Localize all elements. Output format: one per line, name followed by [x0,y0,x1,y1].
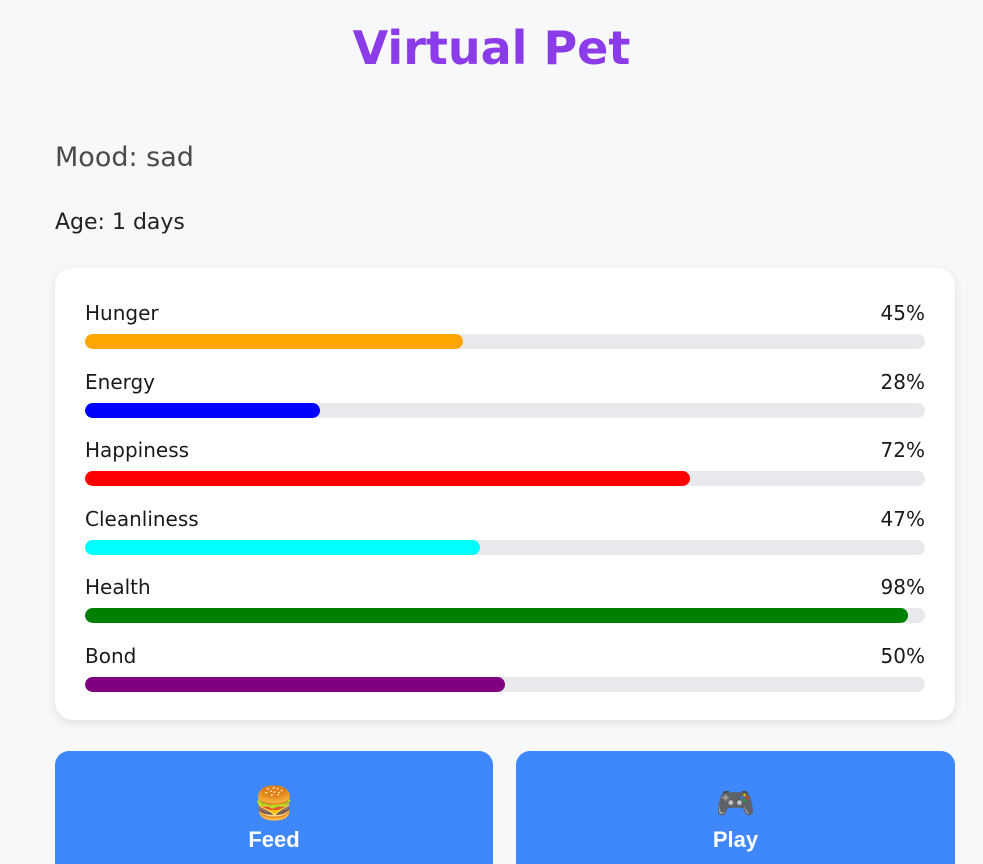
action-buttons: 🍔 Feed 🎮 Play [55,751,955,864]
stat-percent: 98% [880,575,925,600]
stat-label: Health [85,575,151,600]
stat-label: Bond [85,643,137,668]
stat-hunger: Hunger 45% [85,298,925,367]
stat-fill [85,539,480,555]
gamepad-icon: 🎮 [715,785,756,821]
play-button-label: Play [712,827,759,852]
stat-track [85,608,925,624]
feed-button-label: Feed [248,827,300,852]
stat-happiness: Happiness 72% [85,435,925,504]
stat-track [85,676,925,692]
mood-text: Mood: sad [55,142,194,173]
stat-percent: 72% [880,438,925,463]
stats-card: Hunger 45% Energy 28% Happiness 72% Clea… [55,268,955,720]
page-title: Virtual Pet [352,21,631,75]
stat-cleanliness: Cleanliness 47% [85,504,925,573]
stat-label: Hunger [85,301,159,325]
stat-percent: 45% [880,301,925,325]
stat-track [85,471,925,487]
stat-fill [85,608,909,624]
stat-label: Energy [85,369,156,394]
stat-track [85,539,925,555]
stat-health: Health 98% [85,572,925,641]
stat-fill [85,471,690,487]
virtual-pet-app: Virtual Pet Mood: sad Age: 1 days Hunger… [0,0,983,864]
stat-percent: 28% [880,369,925,394]
burger-icon: 🍔 [254,785,294,821]
play-button[interactable]: 🎮 Play [516,751,955,864]
feed-button[interactable]: 🍔 Feed [55,751,493,864]
stat-label: Happiness [85,438,190,463]
age-text: Age: 1 days [55,210,185,235]
stat-energy: Energy 28% [85,367,925,436]
stat-bond: Bond 50% [85,641,925,710]
stat-track [85,334,925,349]
stat-percent: 47% [880,506,925,531]
stat-percent: 50% [880,643,925,668]
stat-fill [85,676,505,692]
stat-track [85,402,925,418]
stat-fill [85,402,321,418]
stat-fill [85,334,463,349]
stat-label: Cleanliness [85,506,199,531]
